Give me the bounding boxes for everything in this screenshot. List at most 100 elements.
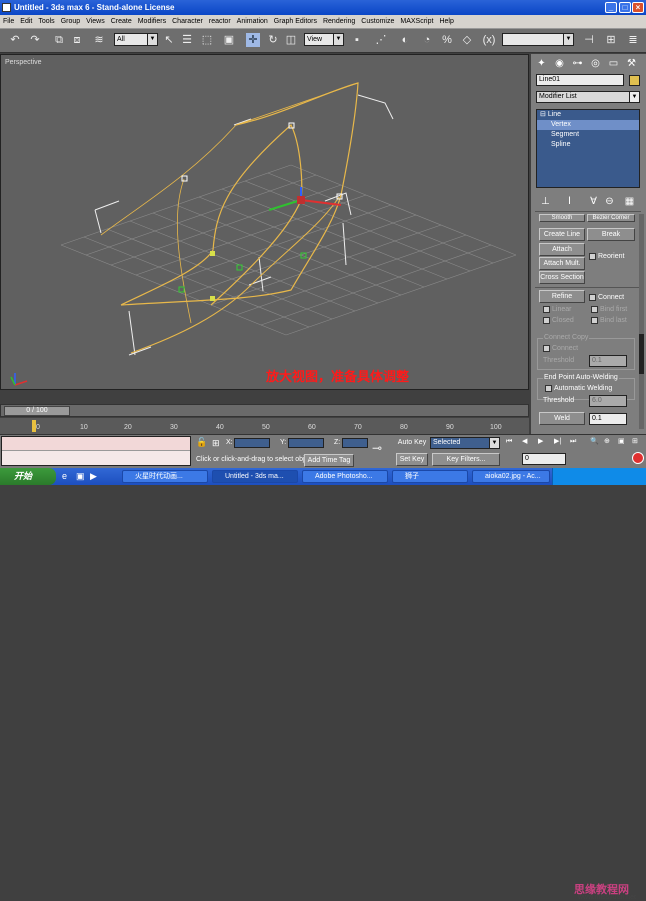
add-time-tag-button[interactable]: Add Time Tag <box>304 454 354 467</box>
reference-coordinate-dropdown[interactable]: View ▼ <box>304 33 344 46</box>
cross-section-button[interactable]: Cross Section <box>539 271 585 284</box>
pin-stack-icon[interactable]: ⊥ <box>539 195 552 208</box>
modifier-stack[interactable]: ⊟ Line Vertex Segment Spline <box>536 109 640 188</box>
play-icon[interactable]: ▶ <box>538 437 543 447</box>
menu-tools[interactable]: Tools <box>35 15 57 29</box>
menu-edit[interactable]: Edit <box>17 15 35 29</box>
quicklaunch-media-icon[interactable]: ▶ <box>90 471 97 481</box>
menu-customize[interactable]: Customize <box>358 15 397 29</box>
attach-mult-button[interactable]: Attach Mult. <box>539 257 585 270</box>
utilities-tab-icon[interactable]: ⚒ <box>625 57 638 70</box>
axis-constraint-icon[interactable]: ⋰ <box>374 33 388 47</box>
named-selection-icon[interactable]: (x) <box>482 33 496 47</box>
layer-manager-icon[interactable]: ≣ <box>626 33 640 47</box>
redo-icon[interactable]: ↷ <box>28 33 42 47</box>
hierarchy-tab-icon[interactable]: ⊶ <box>571 57 584 70</box>
lock-selection-icon[interactable]: 🔓 <box>196 437 207 447</box>
minimize-button[interactable]: _ <box>605 2 617 13</box>
link-icon[interactable]: ⧉ <box>52 33 66 47</box>
object-name-field[interactable]: Line01 <box>536 74 624 86</box>
create-tab-icon[interactable]: ✦ <box>535 57 548 70</box>
configure-sets-icon[interactable]: ▦ <box>623 195 636 208</box>
set-key-button[interactable]: Set Key <box>396 453 428 466</box>
snap-toggle-icon[interactable]: ◐ <box>398 33 412 47</box>
key-filters-button[interactable]: Key Filters... <box>432 453 500 466</box>
prev-frame-icon[interactable]: ◀ <box>522 437 527 447</box>
menu-reactor[interactable]: reactor <box>206 15 234 29</box>
zoom-icon[interactable]: 🔍 <box>590 437 599 447</box>
key-icon[interactable]: ⊸ <box>372 442 382 454</box>
bind-last-checkbox[interactable]: Bind last <box>591 316 627 326</box>
menu-maxscript[interactable]: MAXScript <box>397 15 436 29</box>
task-button[interactable]: 狮子 <box>392 470 468 483</box>
maxscript-listener[interactable] <box>1 436 191 466</box>
select-by-name-icon[interactable]: ☰ <box>180 33 194 47</box>
zoom-extents-icon[interactable]: ▣ <box>618 437 625 447</box>
stack-item-spline[interactable]: Spline <box>537 140 639 150</box>
refine-button[interactable]: Refine <box>539 290 585 303</box>
menu-create[interactable]: Create <box>108 15 135 29</box>
goto-start-icon[interactable]: ⏮ <box>506 437 512 447</box>
menu-views[interactable]: Views <box>83 15 108 29</box>
menu-rendering[interactable]: Rendering <box>320 15 358 29</box>
window-crossing-icon[interactable]: ▣ <box>222 33 236 47</box>
stack-item-vertex[interactable]: Vertex <box>537 120 639 130</box>
track-bar[interactable]: 0 10 20 30 40 50 60 70 80 90 100 <box>0 418 529 434</box>
key-mode-dropdown[interactable]: Selected ▼ <box>430 437 500 449</box>
linear-checkbox[interactable]: Linear <box>543 305 571 315</box>
stack-item-line[interactable]: ⊟ Line <box>537 110 639 120</box>
menu-animation[interactable]: Animation <box>234 15 271 29</box>
reorient-checkbox[interactable]: Reorient <box>589 252 624 262</box>
remove-modifier-icon[interactable]: ⊖ <box>603 195 616 208</box>
connect-copy-checkbox[interactable]: Connect <box>543 344 578 354</box>
bezier-corner-button[interactable]: Bezier Corner <box>587 214 635 222</box>
modify-tab-icon[interactable]: ◉ <box>553 57 566 70</box>
goto-end-icon[interactable]: ⏭ <box>570 437 576 447</box>
task-button[interactable]: Adobe Photosho... <box>302 470 388 483</box>
menu-modifiers[interactable]: Modifiers <box>135 15 169 29</box>
connect-checkbox[interactable]: Connect <box>589 293 624 303</box>
region-select-icon[interactable]: ⬚ <box>200 33 214 47</box>
time-slider-handle[interactable]: 0 / 100 <box>4 406 70 416</box>
bind-space-warp-icon[interactable]: ≋ <box>92 33 106 47</box>
min-max-toggle-icon[interactable] <box>632 452 644 464</box>
display-tab-icon[interactable]: ▭ <box>607 57 620 70</box>
weld-spinner[interactable]: 0.1 <box>589 413 627 425</box>
named-selection-sets-dropdown[interactable]: ▼ <box>502 33 574 46</box>
pivot-center-icon[interactable]: ▪ <box>350 33 364 47</box>
current-frame-field[interactable]: 0 <box>522 453 566 465</box>
create-line-button[interactable]: Create Line <box>539 228 585 241</box>
menu-character[interactable]: Character <box>169 15 206 29</box>
task-button-active[interactable]: Untitled - 3ds ma... <box>212 470 298 483</box>
zoom-extents-all-icon[interactable]: ⊞ <box>632 437 638 447</box>
motion-tab-icon[interactable]: ◎ <box>589 57 602 70</box>
threshold-spinner-1[interactable]: 0.1 <box>589 355 627 367</box>
menu-graph-editors[interactable]: Graph Editors <box>271 15 320 29</box>
select-rotate-icon[interactable]: ↻ <box>266 33 280 47</box>
spinner-snap-icon[interactable]: ◇ <box>460 33 474 47</box>
weld-button[interactable]: Weld <box>539 412 585 425</box>
undo-icon[interactable]: ↶ <box>8 33 22 47</box>
quicklaunch-ie-icon[interactable]: e <box>62 471 67 481</box>
task-button[interactable]: 火星时代动画... <box>122 470 208 483</box>
break-button[interactable]: Break <box>587 228 635 241</box>
modifier-list-dropdown[interactable]: Modifier List ▼ <box>536 91 640 103</box>
mirror-icon[interactable]: ⊣ <box>582 33 596 47</box>
z-coordinate-field[interactable] <box>342 438 368 448</box>
perspective-viewport[interactable]: Perspective 放大视图，准备具体调整 <box>0 54 529 390</box>
zoom-all-icon[interactable]: ⊕ <box>604 437 610 447</box>
x-coordinate-field[interactable] <box>234 438 270 448</box>
task-button[interactable]: aioka02.jpg - Ac... <box>472 470 550 483</box>
menu-help[interactable]: Help <box>436 15 456 29</box>
y-coordinate-field[interactable] <box>288 438 324 448</box>
auto-key-button[interactable]: Auto Key <box>396 437 428 450</box>
select-scale-icon[interactable]: ◫ <box>284 33 298 47</box>
percent-snap-icon[interactable]: % <box>440 33 454 47</box>
unlink-icon[interactable]: ⧈ <box>70 33 84 47</box>
threshold-spinner-2[interactable]: 6.0 <box>589 395 627 407</box>
menu-file[interactable]: File <box>0 15 17 29</box>
select-move-icon[interactable]: ✛ <box>246 33 260 47</box>
bind-first-checkbox[interactable]: Bind first <box>591 305 627 315</box>
time-slider[interactable]: 0 / 100 <box>0 404 529 417</box>
angle-snap-icon[interactable]: ◔ <box>420 33 434 47</box>
